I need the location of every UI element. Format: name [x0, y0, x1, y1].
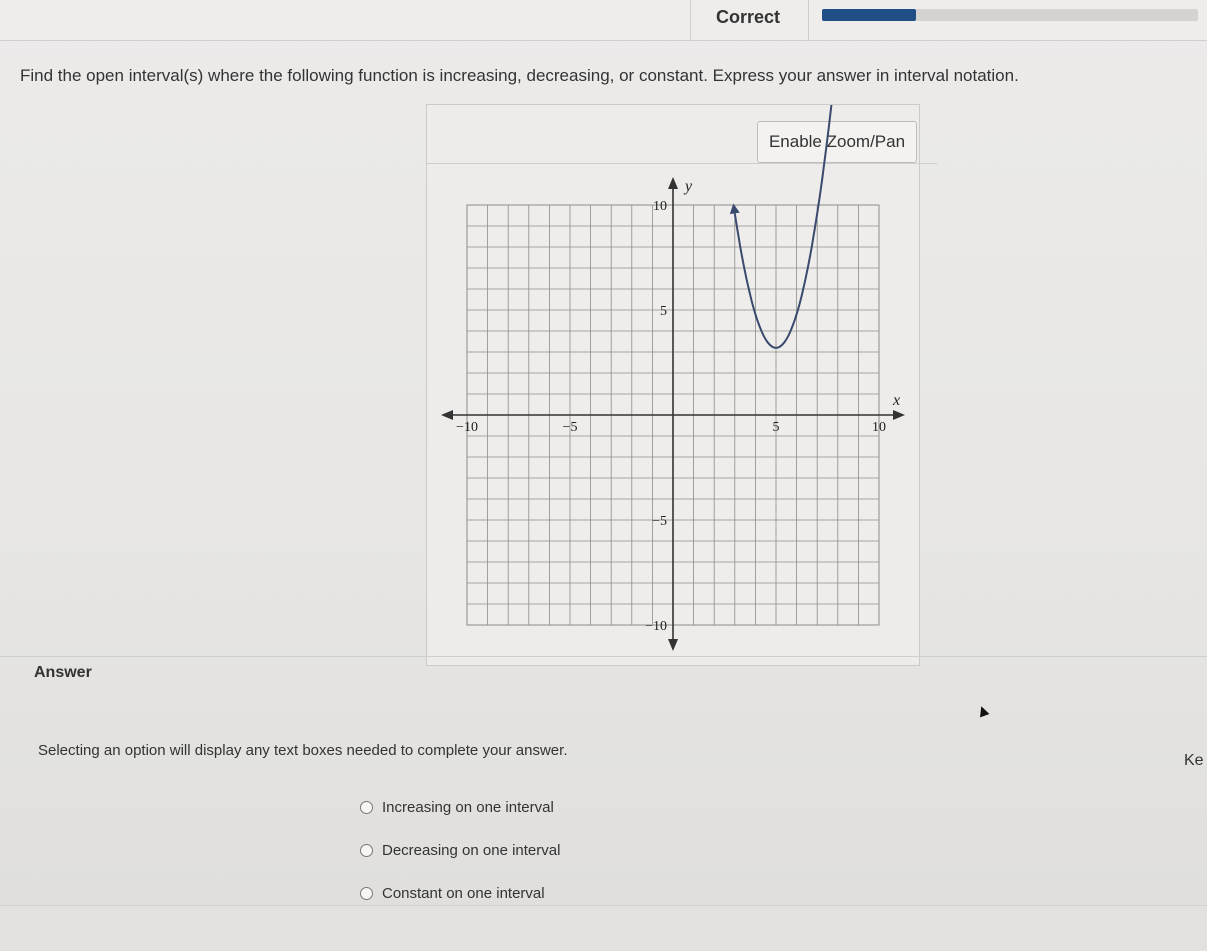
y-tick-label: −5	[652, 514, 667, 529]
radio-button[interactable]	[360, 886, 373, 900]
option-constant[interactable]: Constant on one interval	[360, 882, 560, 904]
graph-panel: Enable Zoom/Pan xy −10 −5 5 10 10 5 −5 −10	[426, 104, 937, 666]
answer-divider	[0, 656, 1207, 657]
x-tick-label: −5	[563, 420, 578, 435]
x-tick-label: −10	[456, 420, 478, 435]
option-label: Increasing on one interval	[382, 798, 554, 816]
y-axis-up-arrow-icon	[668, 177, 678, 189]
option-decreasing[interactable]: Decreasing on one interval	[360, 839, 560, 861]
x-tick-label: 10	[872, 420, 886, 435]
x-axis-label: x	[892, 392, 900, 409]
x-axis-right-arrow-icon	[893, 410, 905, 420]
progress-bar-fill	[822, 9, 916, 21]
mouse-cursor-icon	[976, 704, 990, 718]
function-graph[interactable]: x y −10 −5 5 10 10 5 −5 −10	[427, 105, 919, 665]
option-label: Constant on one interval	[382, 884, 545, 902]
radio-button[interactable]	[360, 843, 373, 857]
side-text-truncated: Ke	[1184, 752, 1204, 769]
y-tick-label: 10	[653, 199, 667, 214]
question-text: Find the open interval(s) where the foll…	[20, 66, 1019, 85]
option-label: Decreasing on one interval	[382, 841, 561, 859]
y-axis-label: y	[683, 178, 693, 195]
x-axis-left-arrow-icon	[441, 410, 453, 420]
bottom-area	[0, 905, 1207, 951]
progress-bar	[822, 9, 1198, 21]
x-tick-label: 5	[773, 420, 780, 435]
answer-instruction: Selecting an option will display any tex…	[38, 742, 568, 759]
radio-button[interactable]	[360, 800, 373, 814]
status-label: Correct	[716, 7, 781, 27]
top-bar-divider	[808, 0, 809, 40]
answer-heading: Answer	[34, 664, 92, 681]
top-bar-divider	[690, 0, 691, 40]
y-tick-label: 5	[660, 304, 667, 319]
top-bar: Correct	[0, 0, 1207, 41]
option-increasing[interactable]: Increasing on one interval	[360, 796, 560, 818]
y-axis-down-arrow-icon	[668, 639, 678, 651]
y-tick-label: −10	[645, 619, 667, 634]
